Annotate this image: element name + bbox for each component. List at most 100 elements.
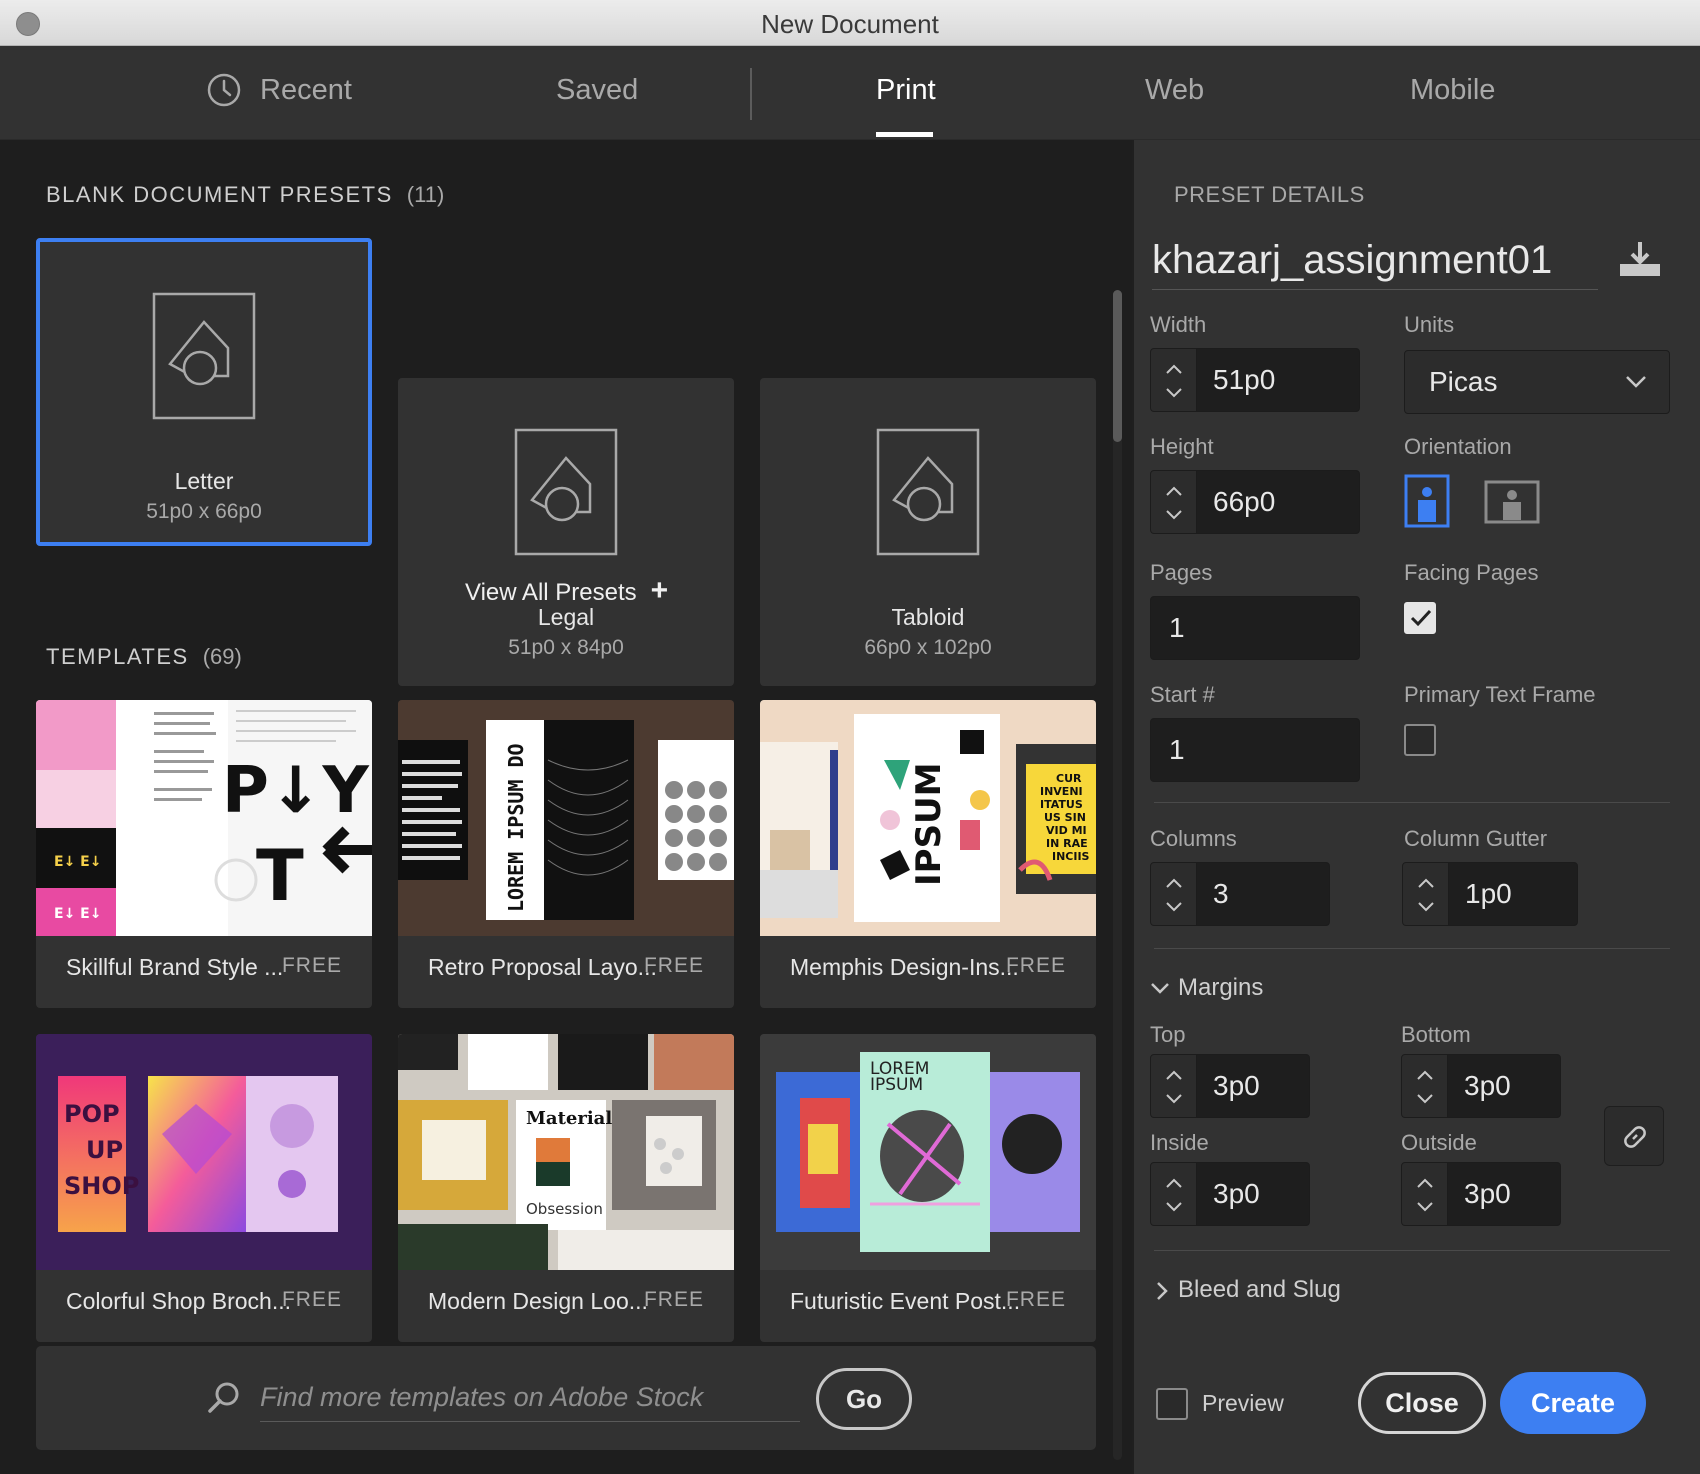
column-gutter-value[interactable]: 1p0 [1465,878,1512,910]
margin-top-value[interactable]: 3p0 [1213,1070,1260,1102]
blank-presets-heading: BLANK DOCUMENT PRESETS (11) [46,182,444,208]
template-name: Colorful Shop Broch... [66,1288,292,1314]
scrollbar-track[interactable] [1113,290,1122,1460]
portrait-orientation-icon[interactable] [1404,474,1450,528]
preset-size: 66p0 x 102p0 [864,636,992,659]
new-document-dialog: New Document Recent Saved Print Web Mobi… [0,0,1700,1474]
tab-recent[interactable]: Recent [260,74,352,107]
chevron-up-icon[interactable] [1416,1177,1434,1189]
stepper-arrows[interactable] [1403,863,1449,925]
pages-value[interactable]: 1 [1169,612,1185,644]
chevron-up-icon[interactable] [1416,1069,1434,1081]
chevron-down-icon[interactable] [1165,509,1183,521]
scrollbar-thumb[interactable] [1113,290,1122,442]
divider [1154,948,1670,949]
svg-text:P↓Y: P↓Y [222,754,370,828]
template-price: FREE [1005,954,1066,977]
start-number-input[interactable]: 1 [1150,718,1360,782]
height-value[interactable]: 66p0 [1213,486,1275,518]
pages-input[interactable]: 1 [1150,596,1360,660]
stepper-arrows[interactable] [1151,1163,1197,1225]
margin-outside-label: Outside [1401,1130,1477,1155]
margin-outside-stepper[interactable]: 3p0 [1401,1162,1561,1226]
category-tabs: Recent Saved Print Web Mobile [0,46,1700,140]
document-preset-icon [876,428,980,556]
chevron-up-icon[interactable] [1165,485,1183,497]
preset-card-legal[interactable]: Legal 51p0 x 84p0 [398,378,734,686]
margin-bottom-value[interactable]: 3p0 [1464,1070,1511,1102]
facing-pages-checkbox[interactable] [1404,602,1436,634]
go-button[interactable]: Go [816,1368,912,1430]
tab-saved[interactable]: Saved [556,74,638,107]
template-card-modern-design[interactable]: Material Obsession Modern Design Loo... … [398,1034,734,1342]
preset-size: 51p0 x 66p0 [146,500,262,523]
svg-text:INCIIS: INCIIS [1052,850,1090,863]
stepper-arrows[interactable] [1402,1055,1448,1117]
tab-print[interactable]: Print [876,74,936,107]
template-card-memphis-design[interactable]: IPSUM CUR INVENI ITATUS US SIN VID MI IN RAE I… [760,700,1096,1008]
chevron-down-icon[interactable] [1416,1093,1434,1105]
margin-outside-value[interactable]: 3p0 [1464,1178,1511,1210]
margin-top-stepper[interactable]: 3p0 [1150,1054,1310,1118]
columns-stepper[interactable]: 3 [1150,862,1330,926]
document-name-input[interactable] [1152,232,1598,290]
svg-text:VID MI: VID MI [1046,824,1087,837]
bleed-slug-disclosure[interactable]: Bleed and Slug [1156,1276,1341,1304]
stepper-arrows[interactable] [1402,1163,1448,1225]
chevron-up-icon[interactable] [1165,877,1183,889]
stepper-arrows[interactable] [1151,349,1197,411]
chevron-down-icon[interactable] [1417,901,1435,913]
landscape-orientation-icon[interactable] [1484,480,1540,524]
save-preset-icon[interactable] [1618,240,1662,280]
tab-mobile[interactable]: Mobile [1410,74,1495,107]
chevron-down-icon[interactable] [1165,1093,1183,1105]
template-card-colorful-shop[interactable]: POP UP SHOP Colorful Shop Broch... FREE [36,1034,372,1342]
chevron-up-icon[interactable] [1417,877,1435,889]
margin-inside-value[interactable]: 3p0 [1213,1178,1260,1210]
title-bar: New Document [0,0,1700,46]
start-number-label: Start # [1150,682,1215,707]
facing-pages-label: Facing Pages [1404,560,1539,585]
stepper-arrows[interactable] [1151,1055,1197,1117]
chevron-down-icon[interactable] [1165,387,1183,399]
width-stepper[interactable]: 51p0 [1150,348,1360,412]
template-card-futuristic-event[interactable]: LOREM IPSUM Futuristic Event Post... FRE… [760,1034,1096,1342]
height-stepper[interactable]: 66p0 [1150,470,1360,534]
margin-top-label: Top [1150,1022,1186,1047]
units-dropdown[interactable]: Picas [1404,350,1670,414]
link-margins-button[interactable] [1604,1106,1664,1166]
template-card-skillful-brand[interactable]: E↓ E↓ E↓ E↓ P↓Y T Skillful Brand Style .… [36,700,372,1008]
margin-inside-stepper[interactable]: 3p0 [1150,1162,1310,1226]
primary-text-frame-checkbox[interactable] [1404,724,1436,756]
margins-disclosure[interactable]: Margins [1150,974,1263,1002]
view-all-presets-button[interactable]: View All Presets + [465,574,668,608]
template-thumb-text: POP [64,1100,120,1128]
column-gutter-stepper[interactable]: 1p0 [1402,862,1578,926]
chevron-up-icon[interactable] [1165,1069,1183,1081]
template-thumbnail: E↓ E↓ E↓ E↓ P↓Y T [36,700,372,936]
preset-card-letter[interactable]: Letter 51p0 x 66p0 [36,238,372,546]
stepper-arrows[interactable] [1151,471,1197,533]
margin-bottom-stepper[interactable]: 3p0 [1401,1054,1561,1118]
stock-search-input[interactable] [260,1374,800,1422]
chevron-down-icon[interactable] [1416,1201,1434,1213]
preset-card-tabloid[interactable]: Tabloid 66p0 x 102p0 [760,378,1096,686]
chevron-up-icon[interactable] [1165,1177,1183,1189]
close-button[interactable]: Close [1358,1372,1486,1434]
preset-name: Tabloid [891,604,965,630]
preview-checkbox[interactable] [1156,1388,1188,1420]
columns-value[interactable]: 3 [1213,878,1229,910]
divider [1154,802,1670,803]
tab-web[interactable]: Web [1145,74,1204,107]
width-value[interactable]: 51p0 [1213,364,1275,396]
chevron-right-icon [1157,1281,1168,1300]
template-card-retro-proposal[interactable]: LOREM IPSUM DO Retro Proposal Layo... FR… [398,700,734,1008]
chevron-down-icon [1626,376,1646,388]
stepper-arrows[interactable] [1151,863,1197,925]
create-button[interactable]: Create [1500,1372,1646,1434]
chevron-up-icon[interactable] [1165,363,1183,375]
svg-text:US SIN: US SIN [1044,811,1086,824]
chevron-down-icon[interactable] [1165,901,1183,913]
chevron-down-icon[interactable] [1165,1201,1183,1213]
start-number-value[interactable]: 1 [1169,734,1185,766]
